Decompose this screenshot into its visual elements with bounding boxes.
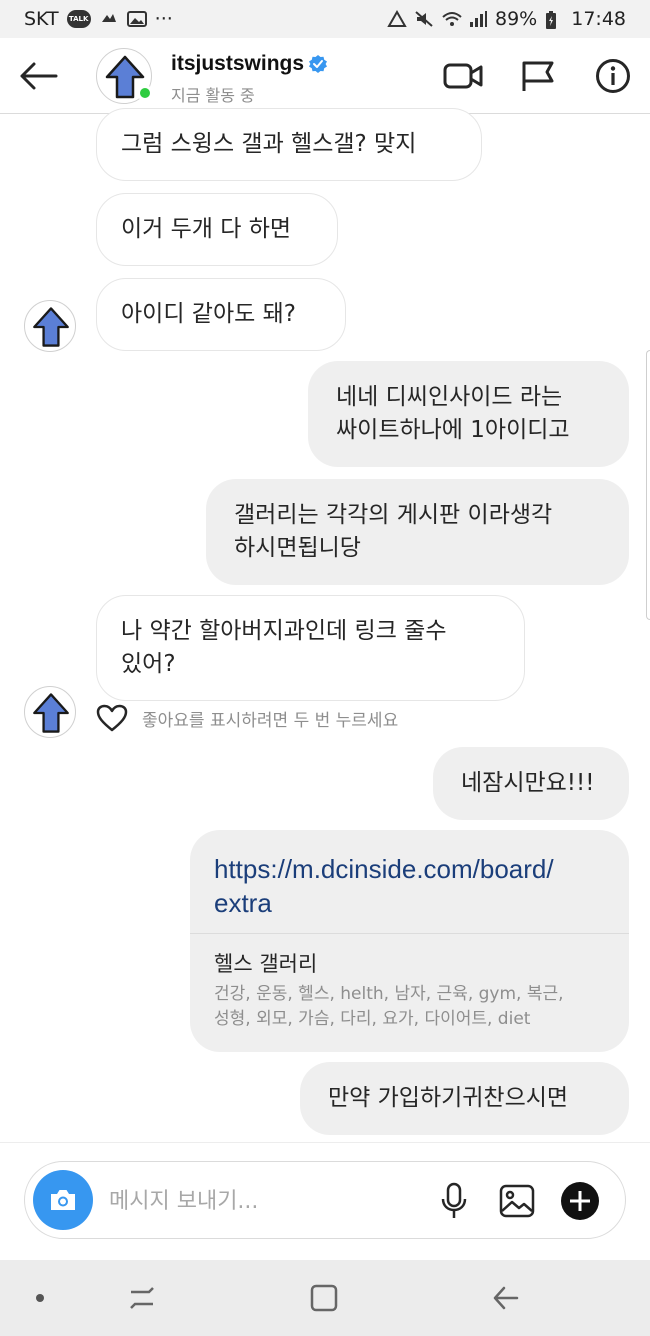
plus-circle-icon [561, 1182, 599, 1220]
message-bubble-received[interactable]: 아이디 같아도 돼? [96, 278, 346, 351]
like-hint[interactable]: 좋아요를 표시하려면 두 번 누르세요 [96, 704, 398, 732]
message-text: 아이디 같아도 돼? [121, 301, 296, 327]
dot-icon [36, 1294, 44, 1302]
online-indicator [137, 85, 153, 101]
system-navigation-bar [0, 1260, 650, 1336]
recent-apps-button[interactable] [112, 1278, 172, 1318]
gesture-icon [99, 10, 119, 28]
link-title: 헬스 갤러리 [214, 952, 318, 976]
battery-percent: 89% [495, 8, 538, 30]
activity-status: 지금 활동 중 [171, 86, 255, 105]
message-text: 그럼 스윙스 갤과 헬스갤? 맞지 [121, 131, 417, 157]
message-input[interactable] [109, 1184, 409, 1218]
video-call-button[interactable] [441, 56, 485, 96]
camera-icon [51, 1190, 75, 1210]
username: itsjustswings [171, 52, 305, 75]
report-flag-button[interactable] [516, 56, 560, 96]
like-hint-text: 좋아요를 표시하려면 두 번 누르세요 [142, 710, 399, 731]
avatar[interactable] [96, 48, 153, 104]
video-camera-icon [443, 63, 483, 89]
image-icon [499, 1184, 535, 1218]
gallery-icon [126, 10, 147, 28]
voice-message-button[interactable] [433, 1180, 475, 1222]
message-bubble-received[interactable]: 그럼 스윙스 갤과 헬스갤? 맞지 [96, 108, 482, 181]
message-bubble-sent[interactable]: 갤러리는 각각의 게시판 이라생각 하시면됩니당 [206, 479, 629, 585]
link-description: 건강, 운동, 헬스, helth, 남자, 근육, gym, 복근, 성형, … [214, 982, 614, 1032]
up-arrow-avatar-icon [33, 693, 69, 733]
composer-area [0, 1142, 650, 1260]
clock: 17:48 [571, 8, 626, 30]
home-icon [310, 1284, 338, 1312]
back-arrow-icon [20, 62, 58, 90]
message-text-line: 갤러리는 각각의 게시판 이라생각 [234, 502, 553, 528]
info-icon [596, 59, 630, 93]
link-url-line: https://m.dcinside.com/board/ [214, 854, 554, 884]
up-arrow-avatar-icon [33, 307, 69, 347]
microphone-icon [441, 1182, 467, 1218]
scroll-indicator[interactable] [646, 350, 650, 620]
recent-apps-icon [130, 1287, 154, 1309]
message-bubble-sent[interactable]: 만약 가입하기귀찬으시면 [300, 1062, 629, 1135]
back-nav-icon [493, 1286, 519, 1310]
message-bubble-received[interactable]: 이거 두개 다 하면 [96, 193, 338, 266]
message-text-line: 네네 디씨인사이드 라는 [336, 384, 563, 410]
username-row[interactable]: itsjustswings [171, 52, 328, 76]
sender-avatar[interactable] [24, 300, 76, 352]
mute-icon [414, 10, 434, 28]
message-text-line: 나 약간 할아버지과인데 링크 줄수 [121, 618, 447, 644]
battery-charging-icon [544, 10, 564, 29]
sender-avatar[interactable] [24, 686, 76, 738]
back-nav-button[interactable] [476, 1278, 536, 1318]
link-url[interactable]: https://m.dcinside.com/board/ extra [214, 852, 609, 920]
link-description-line: 건강, 운동, 헬스, helth, 남자, 근육, gym, 복근, [214, 984, 564, 1004]
more-options-button[interactable] [559, 1180, 601, 1222]
divider [190, 933, 629, 934]
data-saver-icon [387, 9, 407, 28]
message-bubble-received[interactable]: 나 약간 할아버지과인데 링크 줄수 있어? [96, 595, 525, 701]
message-text-line: 하시면됩니당 [234, 535, 361, 561]
signal-icon [468, 10, 488, 28]
gallery-button[interactable] [496, 1180, 538, 1222]
message-composer [24, 1161, 626, 1239]
carrier-label: SKT [24, 8, 59, 30]
link-preview-card[interactable]: https://m.dcinside.com/board/ extra 헬스 갤… [190, 830, 629, 1052]
wifi-icon [441, 10, 462, 28]
kakaotalk-icon: TALK [66, 10, 91, 28]
link-url-line: extra [214, 888, 272, 918]
status-bar: SKT TALK ··· 89% 17:48 [0, 0, 650, 38]
link-description-line: 성형, 외모, 가슴, 다리, 요가, 다이어트, diet [214, 1009, 531, 1029]
nav-dot-button[interactable] [10, 1278, 70, 1318]
home-button[interactable] [294, 1278, 354, 1318]
chat-header: itsjustswings 지금 활동 중 [0, 38, 650, 114]
message-text-line: 있어? [121, 651, 176, 677]
heart-icon [96, 704, 128, 732]
message-text: 만약 가입하기귀찬으시면 [328, 1085, 569, 1111]
more-notifications-icon: ··· [154, 8, 173, 30]
verified-badge-icon [309, 55, 328, 73]
message-text: 네잠시만요!!! [461, 770, 595, 796]
flag-icon [522, 61, 554, 91]
status-left: SKT TALK ··· [24, 8, 173, 30]
message-text-line: 싸이트하나에 1아이디고 [336, 417, 570, 443]
message-bubble-sent[interactable]: 네잠시만요!!! [433, 747, 629, 820]
message-text: 이거 두개 다 하면 [121, 216, 292, 242]
camera-button[interactable] [33, 1170, 93, 1230]
back-button[interactable] [16, 56, 60, 96]
message-bubble-sent[interactable]: 네네 디씨인사이드 라는 싸이트하나에 1아이디고 [308, 361, 629, 467]
status-right: 89% 17:48 [387, 8, 626, 30]
info-button[interactable] [591, 56, 635, 96]
